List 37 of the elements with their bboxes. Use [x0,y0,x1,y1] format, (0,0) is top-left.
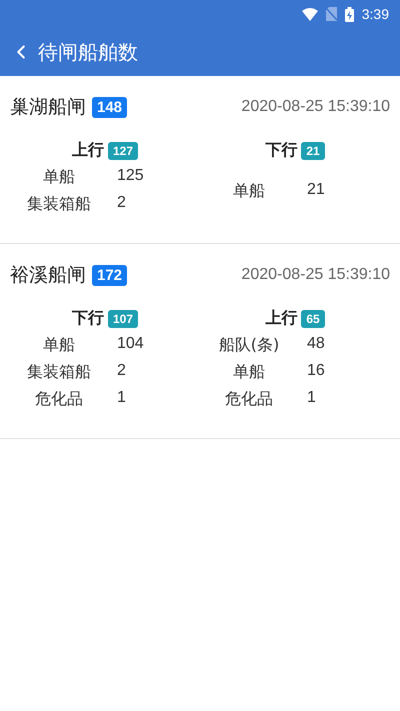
direction-count: 65 [301,310,325,328]
direction-count: 127 [108,142,138,160]
timestamp: 2020-08-25 15:39:10 [241,266,390,284]
ship-type: 危化品 [224,389,274,410]
no-sim-icon [326,7,337,21]
timestamp: 2020-08-25 15:39:10 [241,98,390,116]
ship-type: 集装箱船 [26,362,92,383]
ship-type: 危化品 [34,389,84,410]
ship-type: 船队(条) [218,335,280,356]
wifi-icon [302,8,318,20]
ship-count: 16 [307,362,326,381]
lock-name: 巢湖船闸 [10,95,86,120]
page-title: 待闸船舶数 [38,38,138,66]
direction-label: 上行 [265,308,298,329]
ship-count: 104 [117,335,145,354]
status-time: 3:39 [362,6,389,22]
battery-charging-icon [344,6,354,22]
ship-count: 48 [307,335,326,354]
direction-label: 上行 [72,140,104,161]
ship-type: 单船 [42,167,76,188]
total-count: 172 [92,264,128,286]
lock-name: 裕溪船闸 [10,263,86,288]
ship-type: 集装箱船 [26,194,92,215]
direction-label: 下行 [72,308,104,329]
ship-count: 1 [117,389,127,408]
ship-count: 21 [307,180,326,200]
ship-count: 2 [117,194,127,213]
direction-count: 107 [108,310,138,328]
ship-count: 2 [117,362,127,381]
ship-count: 125 [117,167,145,186]
total-count: 148 [92,96,128,118]
ship-type: 单船 [232,362,266,383]
ship-type: 单船 [42,335,76,356]
direction-count: 21 [301,142,325,160]
ship-count: 1 [307,389,317,408]
ship-type: 单船 [232,180,266,202]
direction-label: 下行 [265,140,298,161]
